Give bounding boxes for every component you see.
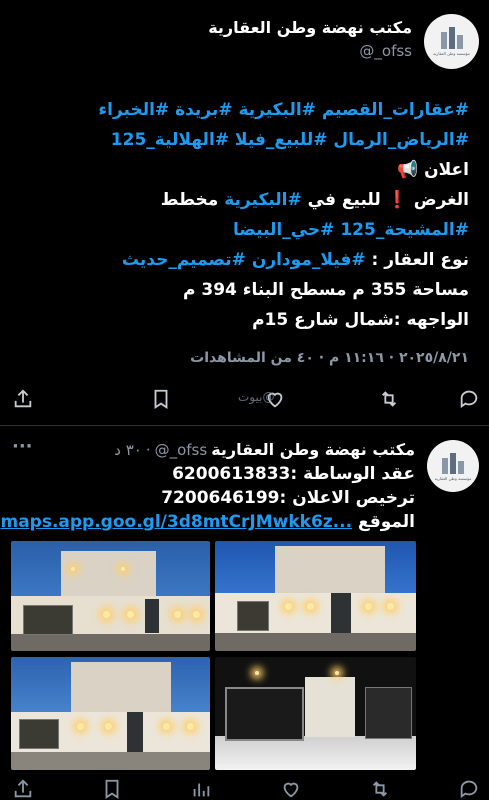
reply-header: مكتب نهضة وطن العقارية @_ofss · ٣٠ د [114,440,415,459]
tweet-line: #المشيحة_125 #حي_البيضا [9,218,469,242]
retweet-icon[interactable] [378,388,400,410]
divider [0,425,489,426]
logo-building-icon [442,452,464,474]
share-icon[interactable] [12,778,34,800]
reply-icon[interactable] [458,388,480,410]
avatar-caption: مؤسسة وطن العقارية [434,475,472,481]
tweet-line: مساحة 355 م مسطح البناء 394 م [9,278,469,302]
avatar-caption: مؤسسة وطن العقارية [433,51,470,56]
tweet-line: الغرض ❗ للبيع في #البكيرية مخطط [9,188,469,212]
views-icon[interactable] [190,778,212,800]
tweet-line: #عقارات_القصيم #البكيرية #بريدة #الخبراء [9,98,469,122]
hashtag-link[interactable]: #المشيحة_125 #حي_البيضا [233,220,469,240]
reply-avatar[interactable]: مؤسسة وطن العقارية [427,440,479,492]
like-icon[interactable] [280,778,302,800]
villa-photo-2[interactable] [215,541,416,651]
reply-line-2: ترخيص الاعلان :7200646199 [161,488,415,508]
retweet-icon[interactable] [369,778,391,800]
villa-photo-3[interactable] [11,657,210,770]
villa-photo-1[interactable] [11,541,210,651]
hashtag-link[interactable]: #البكيرية [224,190,302,210]
hashtag-link[interactable]: #فيلا_مودارن [252,250,366,270]
tweet-text: مساحة 355 م مسطح البناء 394 م [182,280,469,300]
display-name[interactable]: مكتب نهضة وطن العقارية [208,18,412,37]
action-bar: بيوت@ [12,388,480,410]
more-icon[interactable]: ··· [12,436,33,457]
villa-photo-4[interactable] [215,657,416,770]
location-label: الموقع [357,512,415,532]
hashtag-link[interactable]: #عقارات_القصيم #البكيرية #بريدة #الخبراء [98,100,469,120]
tweet-meta: ٢٠٢٥/٨/٢١ · ١١:١٦ م · ٤٠ من المشاهدات [190,350,469,366]
handle[interactable]: @_ofss [359,42,412,60]
tweet-line: الواجهه :شمال شارع 15م [9,308,469,332]
reply-location-row: الموقع maps.app.goo.gl/3d8mtCrJMwkk6z... [0,510,415,534]
tweet-text: نوع العقار : [365,250,469,270]
tweet-text: الواجهه :شمال شارع 15م [252,310,469,330]
tweet-text: اعلان 📢 [397,160,469,180]
tweet-text: الغرض ❗ للبيع في [301,190,469,210]
location-link[interactable]: maps.app.goo.gl/3d8mtCrJMwkk6z... [0,512,352,532]
reply-display-name[interactable]: مكتب نهضة وطن العقارية [211,440,415,459]
share-icon[interactable] [12,388,34,410]
bookmark-icon[interactable] [150,388,172,410]
reply-time: ٣٠ د [114,440,142,459]
tweet-body: #عقارات_القصيم #البكيرية #بريدة #الخبراء… [9,98,469,338]
watermark: بيوت@ [238,390,275,404]
tweet-line: اعلان 📢 [9,158,469,182]
reply-handle[interactable]: @_ofss [155,441,208,459]
reply-icon[interactable] [458,778,480,800]
like-group: بيوت@ [230,388,320,410]
tweet-line: #الرياض_الرمال #للبيع_فيلا #الهلالية_125 [9,128,469,152]
reply-action-bar [12,778,480,800]
avatar[interactable]: مؤسسة وطن العقارية [424,14,479,69]
logo-building-icon [440,27,463,49]
tweet-line: نوع العقار : #فيلا_مودارن #تصميم_حديث [9,248,469,272]
hashtag-link[interactable]: #الرياض_الرمال #للبيع_فيلا #الهلالية_125 [111,130,469,150]
hashtag-link[interactable]: #تصميم_حديث [122,250,246,270]
tweet-text: مخطط [160,190,225,210]
bookmark-icon[interactable] [101,778,123,800]
reply-line-1: عقد الوساطة :6200613833 [172,464,415,484]
